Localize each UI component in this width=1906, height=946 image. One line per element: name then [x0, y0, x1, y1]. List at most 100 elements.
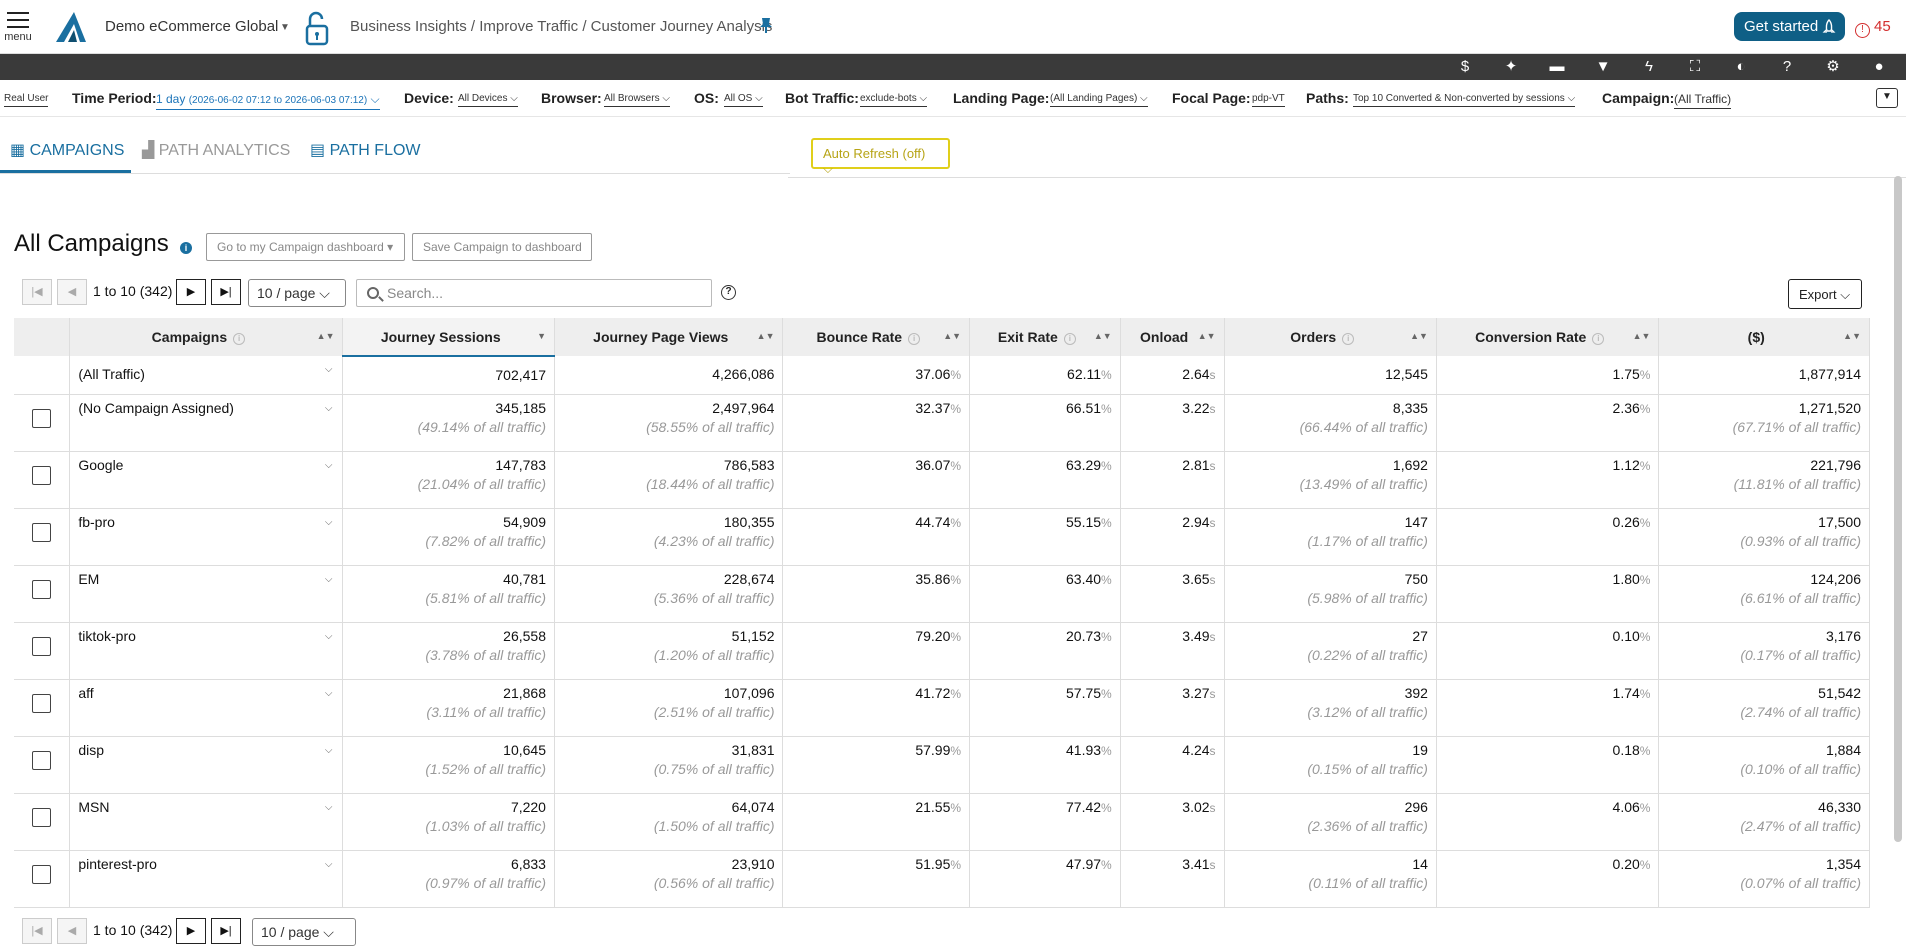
row-checkbox[interactable] — [32, 636, 52, 656]
chevron-down-icon[interactable]: ⌵ — [325, 631, 333, 642]
logo-icon[interactable] — [52, 10, 90, 44]
table-row[interactable]: MSN ⌵ 7,220 (1.03% of all traffic) 64,074 (1.… — [14, 793, 1870, 851]
table-row[interactable]: fb-pro ⌵ 54,909 (7.82% of all traffic) 180,3… — [14, 508, 1870, 566]
col-onload[interactable]: Onload ▲▼ — [1120, 318, 1225, 356]
table-row[interactable]: Google ⌵ 147,783 (21.04% of all traffic) 786… — [14, 451, 1870, 509]
row-checkbox[interactable] — [32, 465, 52, 485]
campaign-name-cell[interactable]: (All Traffic) ⌵ — [69, 356, 344, 395]
first-page-button[interactable]: |◀ — [22, 279, 52, 305]
sort-icon[interactable]: ▲▼ — [943, 331, 961, 341]
info-icon[interactable]: i — [908, 333, 921, 345]
table-row[interactable]: pinterest-pro ⌵ 6,833 (0.97% of all traffic… — [14, 850, 1870, 908]
account-dropdown-icon[interactable]: ▼ — [280, 22, 290, 33]
collapse-filters-button[interactable]: ▼ — [1876, 88, 1898, 108]
chevron-down-icon[interactable]: ⌵ — [325, 745, 333, 756]
sort-desc-icon[interactable]: ▼ — [537, 331, 546, 341]
sort-icon[interactable]: ▲▼ — [1410, 331, 1428, 341]
col-orders[interactable]: Orders i ▲▼ — [1224, 318, 1437, 356]
sort-icon[interactable]: ▲▼ — [1094, 331, 1112, 341]
row-checkbox[interactable] — [32, 864, 52, 884]
table-row[interactable]: aff ⌵ 21,868 (3.11% of all traffic) 107,096 (… — [14, 679, 1870, 737]
chevron-down-icon[interactable]: ⌵ — [325, 403, 333, 414]
export-button[interactable]: Export ⌵ — [1788, 279, 1862, 309]
search-input[interactable]: Search... — [356, 279, 712, 307]
row-checkbox[interactable] — [32, 807, 52, 827]
chevron-down-icon[interactable]: ⌵ — [325, 460, 333, 471]
user-icon[interactable]: ● — [1870, 58, 1888, 76]
help-icon[interactable]: ? — [1778, 58, 1796, 76]
bolt-icon[interactable]: ϟ — [1640, 58, 1658, 76]
real-user-toggle[interactable]: Real User — [4, 93, 49, 107]
info-icon[interactable]: i — [233, 333, 246, 345]
table-row[interactable]: EM ⌵ 40,781 (5.81% of all traffic) 228,674 (5… — [14, 565, 1870, 623]
chevron-down-icon[interactable]: ⌵ — [325, 802, 333, 813]
sparkle-icon[interactable]: ✦ — [1502, 58, 1520, 76]
get-started-button[interactable]: Get started — [1734, 12, 1845, 41]
sort-icon[interactable]: ▲▼ — [317, 331, 335, 341]
page-size-select[interactable]: 10 / page ⌵ — [248, 279, 346, 307]
comment-icon[interactable]: ▬ — [1548, 58, 1566, 76]
chevron-down-icon[interactable]: ⌵ — [325, 364, 333, 375]
col-conversion-rate[interactable]: Conversion Rate i ▲▼ — [1436, 318, 1660, 356]
alert-indicator[interactable]: ! 45 — [1855, 18, 1891, 38]
os-select[interactable]: All OS ⌵ — [724, 93, 763, 107]
tab-path-flow[interactable]: ▤ PATH FLOW — [310, 140, 421, 160]
auto-refresh-button[interactable]: Auto Refresh (off) ⌵ — [811, 138, 950, 176]
gear-icon[interactable]: ⚙ — [1824, 58, 1842, 76]
table-row[interactable]: tiktok-pro ⌵ 26,558 (3.78% of all traffic) 5… — [14, 622, 1870, 680]
col-revenue[interactable]: ($) ▲▼ — [1658, 318, 1870, 356]
next-page-button[interactable]: ▶ — [176, 918, 206, 944]
campaign-name-cell[interactable]: Google ⌵ — [69, 451, 344, 509]
dollar-icon[interactable]: $ — [1456, 58, 1474, 76]
last-page-button[interactable]: ▶| — [211, 279, 241, 305]
info-icon[interactable]: i — [180, 242, 192, 254]
row-checkbox[interactable] — [32, 522, 52, 542]
sort-icon[interactable]: ▲▼ — [757, 331, 775, 341]
chevron-down-icon[interactable]: ⌵ — [325, 859, 333, 870]
sort-icon[interactable]: ▲▼ — [1198, 331, 1216, 341]
campaign-name-cell[interactable]: MSN ⌵ — [69, 793, 344, 851]
save-campaign-button[interactable]: Save Campaign to dashboard — [412, 233, 592, 261]
device-select[interactable]: All Devices ⌵ — [458, 93, 518, 107]
help-circle-icon[interactable]: ? — [721, 285, 736, 300]
campaign-name-cell[interactable]: aff ⌵ — [69, 679, 344, 737]
focal-page-select[interactable]: pdp-VT — [1252, 93, 1285, 107]
row-checkbox[interactable] — [32, 408, 52, 428]
contrast-icon[interactable]: ◐ — [1732, 58, 1750, 76]
scrollbar[interactable] — [1894, 176, 1902, 842]
col-bounce-rate[interactable]: Bounce Rate i ▲▼ — [782, 318, 971, 356]
chevron-down-icon[interactable]: ⌵ — [325, 574, 333, 585]
prev-page-button[interactable]: ◀ — [57, 918, 87, 944]
table-row[interactable]: disp ⌵ 10,645 (1.52% of all traffic) 31,831 (… — [14, 736, 1870, 794]
row-checkbox[interactable] — [32, 693, 52, 713]
campaign-select[interactable]: (All Traffic) — [1674, 92, 1732, 109]
account-name[interactable]: Demo eCommerce Global — [105, 18, 278, 35]
prev-page-button[interactable]: ◀ — [57, 279, 87, 305]
col-exit-rate[interactable]: Exit Rate i ▲▼ — [969, 318, 1121, 356]
last-page-button[interactable]: ▶| — [211, 918, 241, 944]
paths-select[interactable]: Top 10 Converted & Non-converted by sess… — [1353, 93, 1576, 107]
menu-button[interactable]: menu — [4, 12, 32, 43]
campaign-name-cell[interactable]: tiktok-pro ⌵ — [69, 622, 344, 680]
info-icon[interactable]: i — [1063, 333, 1076, 345]
info-icon[interactable]: i — [1342, 333, 1355, 345]
campaign-name-cell[interactable]: pinterest-pro ⌵ — [69, 850, 344, 908]
campaign-name-cell[interactable]: EM ⌵ — [69, 565, 344, 623]
pin-icon[interactable] — [759, 17, 773, 33]
col-campaigns[interactable]: Campaigns i ▲▼ — [69, 318, 344, 356]
table-row[interactable]: (No Campaign Assigned) ⌵ 345,185 (49.14% of… — [14, 394, 1870, 452]
goto-campaign-dashboard-button[interactable]: Go to my Campaign dashboard ▾ — [206, 233, 405, 261]
col-journey-sessions[interactable]: Journey Sessions ▼ — [342, 318, 555, 357]
sort-icon[interactable]: ▲▼ — [1633, 331, 1651, 341]
campaign-name-cell[interactable]: disp ⌵ — [69, 736, 344, 794]
row-checkbox[interactable] — [32, 750, 52, 770]
tab-campaigns[interactable]: ▦ CAMPAIGNS — [10, 140, 124, 160]
row-checkbox[interactable] — [32, 579, 52, 599]
campaign-name-cell[interactable]: (No Campaign Assigned) ⌵ — [69, 394, 344, 452]
sort-icon[interactable]: ▲▼ — [1843, 331, 1861, 341]
time-period-select[interactable]: 1 day (2026-06-02 07:12 to 2026-06-03 07… — [156, 92, 380, 110]
bot-traffic-select[interactable]: exclude-bots ⌵ — [860, 93, 928, 107]
col-journey-page-views[interactable]: Journey Page Views ▲▼ — [554, 318, 784, 356]
tab-path-analytics[interactable]: ▟ PATH ANALYTICS — [142, 140, 290, 160]
chevron-down-icon[interactable]: ⌵ — [325, 517, 333, 528]
